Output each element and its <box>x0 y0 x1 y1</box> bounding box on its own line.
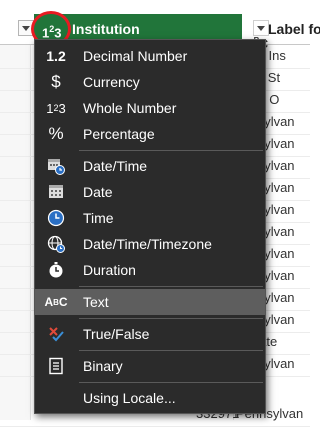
globe-clock-icon <box>45 234 67 254</box>
decimal-number-icon: 1.2 <box>46 48 66 64</box>
menu-separator <box>79 350 263 351</box>
menu-item-date[interactable]: Date <box>35 179 265 205</box>
menu-separator <box>79 286 263 287</box>
menu-item-label: Currency <box>83 74 140 90</box>
clock-icon <box>45 208 67 228</box>
menu-item-whole-number[interactable]: 123 Whole Number <box>35 95 265 121</box>
menu-item-label: Time <box>83 210 114 226</box>
stopwatch-icon <box>45 260 67 280</box>
menu-separator <box>79 150 263 151</box>
menu-item-currency[interactable]: $ Currency <box>35 69 265 95</box>
data-type-menu: 1.2 Decimal Number $ Currency 123 Whole … <box>34 39 266 414</box>
menu-item-binary[interactable]: Binary <box>35 353 265 379</box>
currency-icon: $ <box>51 72 61 91</box>
menu-item-label: True/False <box>83 326 150 342</box>
menu-item-time[interactable]: Time <box>35 205 265 231</box>
menu-item-label: Date/Time/Timezone <box>83 236 212 252</box>
binary-icon <box>45 356 67 376</box>
calendar-icon <box>45 182 67 202</box>
menu-item-decimal-number[interactable]: 1.2 Decimal Number <box>35 43 265 69</box>
menu-item-date-time[interactable]: Date/Time <box>35 153 265 179</box>
menu-item-duration[interactable]: Duration <box>35 257 265 283</box>
menu-item-label: Text <box>83 294 109 310</box>
menu-item-percentage[interactable]: % Percentage <box>35 121 265 147</box>
menu-item-using-locale[interactable]: Using Locale... <box>35 385 265 411</box>
menu-item-label: Decimal Number <box>83 48 188 64</box>
menu-item-label: Date <box>83 184 113 200</box>
menu-item-label: Whole Number <box>83 100 177 116</box>
true-false-icon <box>45 324 67 344</box>
whole-number-icon: 123 <box>46 100 66 116</box>
menu-item-label: Duration <box>83 262 136 278</box>
menu-item-label: Binary <box>83 358 123 374</box>
menu-item-label: Date/Time <box>83 158 148 174</box>
column-name-label: Label fo <box>268 21 320 37</box>
menu-separator <box>79 318 263 319</box>
column-name: Institution <box>72 21 140 37</box>
text-type-icon: ABC <box>44 295 68 309</box>
percentage-icon: % <box>48 124 64 143</box>
calendar-clock-icon <box>45 156 67 176</box>
menu-item-true-false[interactable]: True/False <box>35 321 265 347</box>
column-filter-dropdown-button[interactable] <box>253 20 269 36</box>
menu-item-text[interactable]: ABC Text <box>35 289 265 315</box>
menu-item-label: Percentage <box>83 126 155 142</box>
menu-separator <box>79 382 263 383</box>
menu-item-date-time-timezone[interactable]: Date/Time/Timezone <box>35 231 265 257</box>
menu-item-label: Using Locale... <box>83 390 176 406</box>
